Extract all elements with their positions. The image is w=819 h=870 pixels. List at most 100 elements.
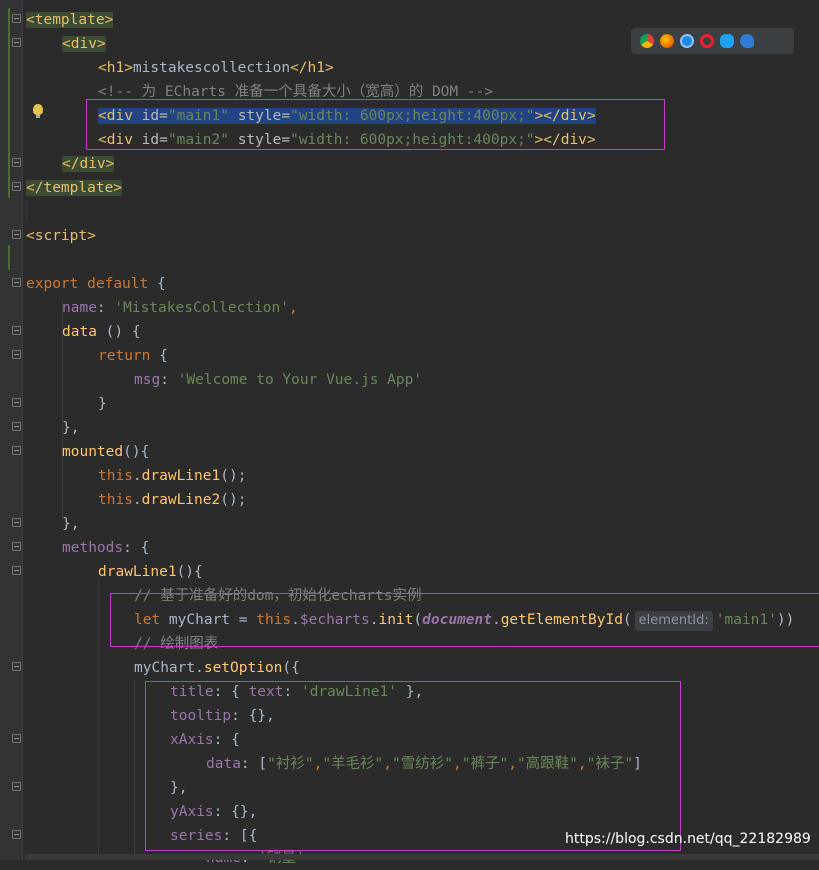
- punct: {: [150, 348, 168, 364]
- fold-icon[interactable]: [12, 782, 21, 791]
- fold-icon[interactable]: [12, 566, 21, 575]
- vcs-change-marker: [8, 8, 10, 198]
- code-line: return {: [98, 344, 168, 368]
- h1-text: mistakescollection: [132, 60, 291, 76]
- code-line: }: [98, 392, 107, 416]
- fold-icon[interactable]: [12, 230, 21, 239]
- script-tag: <script>: [26, 228, 96, 244]
- indent-guide: [134, 680, 135, 860]
- punct: },: [62, 516, 80, 532]
- fold-icon[interactable]: [12, 278, 21, 287]
- chrome-icon[interactable]: [640, 34, 654, 48]
- fold-icon[interactable]: [12, 830, 21, 839]
- punct: ({: [282, 660, 300, 676]
- code-line: msg: 'Welcome to Your Vue.js App': [134, 368, 422, 392]
- fold-icon[interactable]: [12, 158, 21, 167]
- html-comment: <!-- 为 ECharts 准备一个具备大小（宽高）的 DOM -->: [98, 84, 494, 100]
- code-line: this.drawLine2();: [98, 488, 246, 512]
- keyword-default: default: [87, 276, 149, 292]
- watermark: https://blog.csdn.net/qq_22182989: [565, 831, 811, 847]
- div-close-tag: </div>: [62, 156, 115, 172]
- code-line: <h1>mistakescollection</h1>: [98, 56, 334, 80]
- punct: :: [96, 300, 115, 316]
- template-close-tag: </template>: [26, 180, 123, 196]
- fold-icon[interactable]: [12, 182, 21, 191]
- highlight-box: [110, 593, 819, 647]
- method-setoption: setOption: [203, 660, 283, 676]
- horizontal-scrollbar[interactable]: [25, 854, 819, 860]
- code-line: name: 'MistakesCollection',: [62, 296, 298, 320]
- fold-icon[interactable]: [12, 350, 21, 359]
- property-name: msg: [134, 372, 161, 388]
- code-line: <div>: [62, 32, 106, 56]
- code-line: myChart.setOption({: [134, 656, 300, 680]
- fold-icon[interactable]: [12, 14, 21, 23]
- punct: .: [132, 492, 142, 508]
- method-name: mounted: [62, 444, 124, 460]
- code-line: <script>: [26, 224, 96, 248]
- punct: },: [62, 420, 80, 436]
- fold-icon[interactable]: [12, 422, 21, 431]
- method-name: data: [62, 324, 97, 340]
- punct: :: [160, 372, 178, 388]
- code-line: </template>: [26, 176, 123, 200]
- ie-icon[interactable]: [720, 34, 734, 48]
- edge-icon[interactable]: [740, 34, 754, 48]
- h1-open-tag: <h1>: [98, 60, 133, 76]
- safari-icon[interactable]: [680, 34, 694, 48]
- object-name: myChart: [134, 660, 196, 676]
- punct: }: [98, 396, 107, 412]
- fold-icon[interactable]: [12, 398, 21, 407]
- h1-close-tag: </h1>: [290, 60, 334, 76]
- div-tag: <div>: [62, 36, 106, 52]
- code-line: <template>: [26, 8, 114, 32]
- keyword-export: export: [26, 276, 79, 292]
- method-call: drawLine2: [141, 492, 221, 508]
- property-name: name: [62, 300, 97, 316]
- lightbulb-icon[interactable]: [33, 104, 43, 118]
- fold-icon[interactable]: [12, 326, 21, 335]
- comma: ,: [289, 300, 298, 316]
- highlight-box: [145, 681, 681, 851]
- keyword-this: this: [98, 492, 133, 508]
- indent-guide: [26, 200, 27, 220]
- code-line: },: [62, 512, 79, 536]
- punct: ();: [220, 468, 247, 484]
- indent-guide: [98, 580, 99, 860]
- browser-preview-toolbar: [631, 28, 794, 54]
- keyword-this: this: [98, 468, 133, 484]
- firefox-icon[interactable]: [660, 34, 674, 48]
- fold-icon[interactable]: [12, 542, 21, 551]
- fold-icon[interactable]: [12, 446, 21, 455]
- method-name: drawLine1: [98, 564, 177, 580]
- method-call: drawLine1: [141, 468, 221, 484]
- fold-icon[interactable]: [12, 518, 21, 527]
- fold-icon[interactable]: [12, 38, 21, 47]
- code-line: </div>: [62, 152, 115, 176]
- keyword-return: return: [98, 348, 151, 364]
- punct: (){: [176, 564, 203, 580]
- string-value: 'Welcome to Your Vue.js App': [177, 372, 423, 388]
- code-line: drawLine1(){: [98, 560, 203, 584]
- brace: {: [156, 276, 166, 292]
- punct: .: [132, 468, 142, 484]
- code-line: },: [62, 416, 79, 440]
- string-value: 'MistakesCollection': [114, 300, 289, 316]
- fold-icon[interactable]: [12, 734, 21, 743]
- code-line: data () {: [62, 320, 141, 344]
- template-tag: <template>: [26, 12, 114, 28]
- property-name: methods: [62, 540, 124, 556]
- code-line: methods: {: [62, 536, 149, 560]
- punct: (){: [123, 444, 150, 460]
- opera-icon[interactable]: [700, 34, 714, 48]
- fold-icon[interactable]: [12, 662, 21, 671]
- punct: .: [195, 660, 204, 676]
- code-line: mounted(){: [62, 440, 149, 464]
- highlight-box: [86, 99, 665, 150]
- vcs-change-marker: [8, 245, 10, 270]
- punct: () {: [96, 324, 141, 340]
- code-line: export default {: [26, 272, 166, 296]
- punct: : {: [123, 540, 150, 556]
- code-line: this.drawLine1();: [98, 464, 246, 488]
- punct: ();: [220, 492, 247, 508]
